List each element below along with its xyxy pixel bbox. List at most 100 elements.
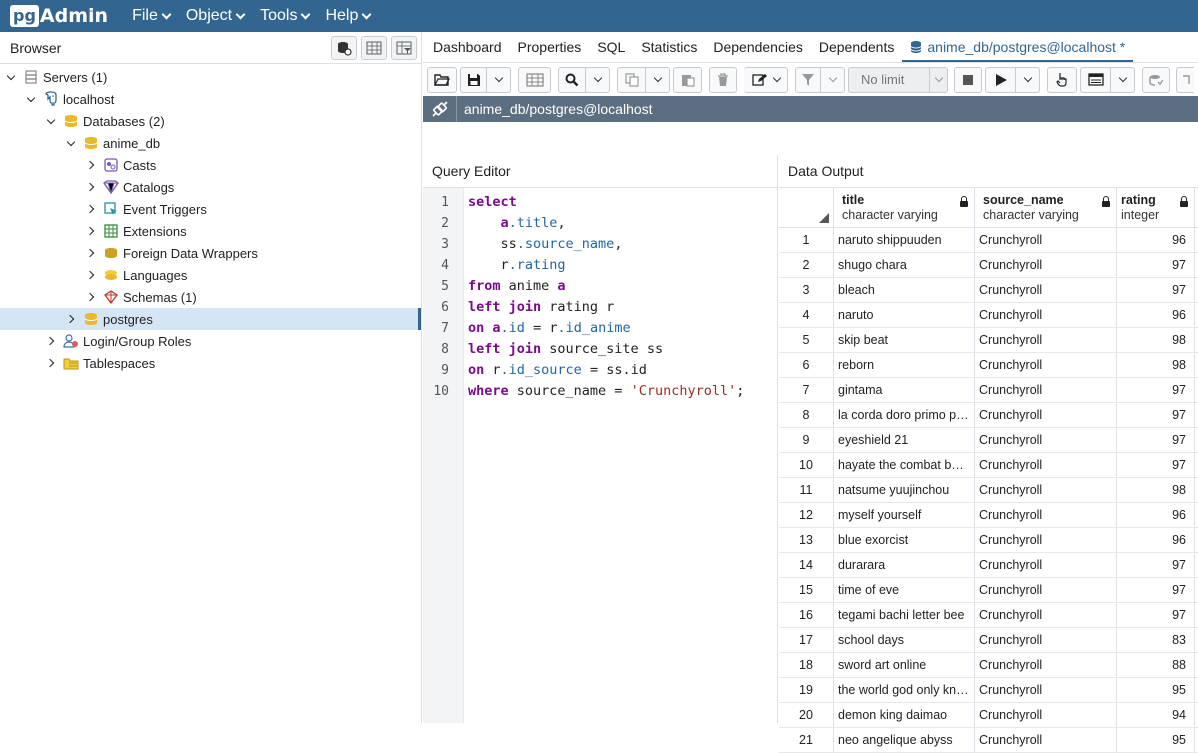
cell-title[interactable]: school days: [834, 628, 975, 652]
cell-rating[interactable]: 97: [1117, 453, 1195, 477]
cell-source-name[interactable]: Crunchyroll: [975, 653, 1117, 677]
cell-source-name[interactable]: Crunchyroll: [975, 278, 1117, 302]
tree-node[interactable]: postgres: [0, 308, 421, 330]
table-row[interactable]: 18 sword art online Crunchyroll 88: [779, 653, 1198, 678]
code-line[interactable]: ss.source_name,: [468, 234, 744, 255]
code-line[interactable]: a.title,: [468, 213, 744, 234]
table-row[interactable]: 12 myself yourself Crunchyroll 96: [779, 503, 1198, 528]
edit-grid-button[interactable]: [518, 66, 551, 93]
cell-rating[interactable]: 97: [1117, 578, 1195, 602]
edit-button[interactable]: [744, 66, 788, 93]
save-options-dropdown[interactable]: [487, 66, 511, 93]
cell-title[interactable]: blue exorcist: [834, 528, 975, 552]
stop-button[interactable]: [954, 66, 982, 93]
cell-rating[interactable]: 96: [1117, 503, 1195, 527]
row-number[interactable]: 17: [779, 628, 834, 652]
cell-rating[interactable]: 97: [1117, 603, 1195, 627]
commit-button[interactable]: [1142, 66, 1170, 93]
code-line[interactable]: on a.id = r.id_anime: [468, 318, 744, 339]
cell-title[interactable]: natsume yuujinchou: [834, 478, 975, 502]
execute-button[interactable]: [985, 66, 1016, 93]
cell-source-name[interactable]: Crunchyroll: [975, 703, 1117, 727]
tree-node[interactable]: Tablespaces: [0, 352, 421, 374]
code-line[interactable]: r.rating: [468, 255, 744, 276]
sql-code[interactable]: select a.title, ss.source_name, r.rating…: [468, 188, 744, 402]
tree-node[interactable]: anime_db: [0, 132, 421, 154]
tree-node[interactable]: Login/Group Roles: [0, 330, 421, 352]
table-row[interactable]: 8 la corda doro primo pa... Crunchyroll 97: [779, 403, 1198, 428]
chevron-down-icon[interactable]: [65, 137, 77, 149]
cell-rating[interactable]: 95: [1117, 728, 1195, 752]
tab-dependencies[interactable]: Dependencies: [705, 39, 811, 62]
cell-source-name[interactable]: Crunchyroll: [975, 253, 1117, 277]
tree-node[interactable]: Event Triggers: [0, 198, 421, 220]
code-line[interactable]: left join rating r: [468, 297, 744, 318]
row-number[interactable]: 13: [779, 528, 834, 552]
menu-object[interactable]: Object: [186, 7, 246, 25]
row-number[interactable]: 19: [779, 678, 834, 702]
filter-button[interactable]: [795, 66, 821, 93]
query-tool-button[interactable]: [331, 35, 357, 60]
cell-source-name[interactable]: Crunchyroll: [975, 478, 1117, 502]
code-line[interactable]: on r.id_source = ss.id: [468, 360, 744, 381]
copy-options-dropdown[interactable]: [646, 66, 670, 93]
tab-sql[interactable]: SQL: [589, 39, 633, 62]
table-row[interactable]: 15 time of eve Crunchyroll 97: [779, 578, 1198, 603]
table-row[interactable]: 14 durarara Crunchyroll 97: [779, 553, 1198, 578]
filter-options-dropdown[interactable]: [821, 66, 845, 93]
tab-dashboard[interactable]: Dashboard: [425, 39, 510, 62]
tab-query-tool[interactable]: anime_db/postgres@localhost *: [902, 39, 1134, 62]
chevron-right-icon[interactable]: [85, 269, 97, 281]
row-number[interactable]: 14: [779, 553, 834, 577]
cell-rating[interactable]: 97: [1117, 403, 1195, 427]
filter-rows-button[interactable]: [391, 35, 417, 60]
cell-source-name[interactable]: Crunchyroll: [975, 403, 1117, 427]
chevron-down-icon[interactable]: [45, 115, 57, 127]
code-line[interactable]: from anime a: [468, 276, 744, 297]
explain-analyze-button[interactable]: [1080, 66, 1111, 93]
chevron-down-icon[interactable]: [25, 93, 37, 105]
table-row[interactable]: 21 neo angelique abyss Crunchyroll 95: [779, 728, 1198, 753]
row-number[interactable]: 10: [779, 453, 834, 477]
open-file-button[interactable]: [427, 66, 457, 93]
explain-button[interactable]: [1047, 66, 1077, 93]
connection-status-button[interactable]: [423, 96, 457, 122]
rollback-button[interactable]: [1176, 66, 1194, 93]
cell-rating[interactable]: 94: [1117, 703, 1195, 727]
table-row[interactable]: 5 skip beat Crunchyroll 98: [779, 328, 1198, 353]
tab-properties[interactable]: Properties: [510, 39, 590, 62]
row-number[interactable]: 21: [779, 728, 834, 752]
code-line[interactable]: left join source_site ss: [468, 339, 744, 360]
cell-title[interactable]: tegami bachi letter bee: [834, 603, 975, 627]
cell-title[interactable]: durarara: [834, 553, 975, 577]
chevron-right-icon[interactable]: [45, 335, 57, 347]
cell-title[interactable]: skip beat: [834, 328, 975, 352]
code-line[interactable]: select: [468, 192, 744, 213]
table-row[interactable]: 1 naruto shippuuden Crunchyroll 96: [779, 228, 1198, 253]
table-row[interactable]: 2 shugo chara Crunchyroll 97: [779, 253, 1198, 278]
cell-rating[interactable]: 88: [1117, 653, 1195, 677]
menu-file[interactable]: File: [132, 7, 172, 25]
cell-rating[interactable]: 83: [1117, 628, 1195, 652]
cell-source-name[interactable]: Crunchyroll: [975, 228, 1117, 252]
table-row[interactable]: 3 bleach Crunchyroll 97: [779, 278, 1198, 303]
column-header-rating[interactable]: rating integer: [1117, 188, 1195, 227]
cell-source-name[interactable]: Crunchyroll: [975, 378, 1117, 402]
cell-rating[interactable]: 96: [1117, 228, 1195, 252]
cell-title[interactable]: eyeshield 21: [834, 428, 975, 452]
row-number[interactable]: 3: [779, 278, 834, 302]
row-number[interactable]: 6: [779, 353, 834, 377]
delete-button[interactable]: [709, 66, 737, 93]
row-number[interactable]: 2: [779, 253, 834, 277]
cell-source-name[interactable]: Crunchyroll: [975, 553, 1117, 577]
cell-source-name[interactable]: Crunchyroll: [975, 428, 1117, 452]
cell-rating[interactable]: 97: [1117, 278, 1195, 302]
cell-rating[interactable]: 96: [1117, 303, 1195, 327]
chevron-right-icon[interactable]: [85, 247, 97, 259]
table-row[interactable]: 20 demon king daimao Crunchyroll 94: [779, 703, 1198, 728]
cell-title[interactable]: sword art online: [834, 653, 975, 677]
tree-node[interactable]: Databases (2): [0, 110, 421, 132]
row-number[interactable]: 16: [779, 603, 834, 627]
cell-source-name[interactable]: Crunchyroll: [975, 328, 1117, 352]
select-all-corner[interactable]: [779, 188, 834, 227]
